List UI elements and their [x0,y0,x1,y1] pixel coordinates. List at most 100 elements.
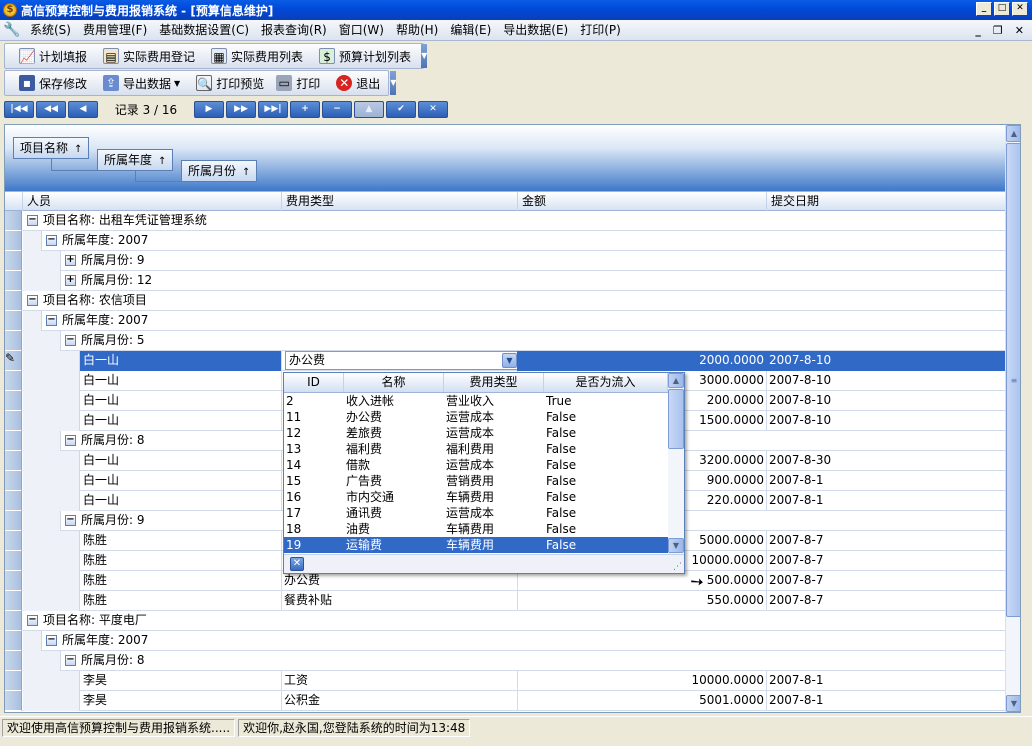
mdi-minimize-button[interactable]: _ [975,24,981,37]
nav-edit-button[interactable]: ▲ [354,100,384,118]
cell-person[interactable]: 白一山 [80,411,281,431]
collapse-icon[interactable]: − [27,615,38,626]
resize-grip-icon[interactable]: ⋰ [673,562,682,572]
lookup-column-header[interactable]: ID [284,373,344,392]
expense-type-editor[interactable]: 办公费 ▼ [285,351,519,370]
column-header[interactable]: 提交日期 [766,192,1005,211]
lookup-column-header[interactable]: 名称 [344,373,444,392]
row-indicator[interactable] [5,551,22,571]
row-indicator[interactable] [5,691,22,711]
lookup-close-button[interactable]: ✕ [290,557,304,571]
group-row[interactable]: − 所属月份: 8 [5,651,1005,671]
cell-type[interactable]: 公积金 [281,691,517,711]
cell-person[interactable]: 陈胜 [80,571,281,591]
row-indicator[interactable] [5,271,22,291]
group-row[interactable]: − 所属年度: 2007 [5,231,1005,251]
group-row[interactable]: − 所属月份: 5 [5,331,1005,351]
row-indicator[interactable] [5,371,22,391]
nav-prev-page-button[interactable]: ◀◀ [36,100,66,118]
lookup-column-header[interactable]: 是否为流入 [544,373,668,392]
table-row[interactable]: ✎ 白一山 办公费 ▼ 2000.0000 2007-8-10 [5,351,1005,371]
nav-post-button[interactable]: ✔ [386,100,416,118]
toolbar-dollar-button[interactable]: $ 预算计划列表 [313,45,417,67]
collapse-icon[interactable]: − [46,235,57,246]
nav-last-button[interactable]: ▶▶| [258,100,288,118]
restore-button[interactable]: □ [994,2,1010,16]
row-indicator[interactable] [5,231,22,251]
cell-date[interactable]: 2007-8-1 [766,471,1005,491]
cell-amount[interactable]: 550.0000 [517,591,766,611]
row-indicator[interactable] [5,611,22,631]
mdi-restore-button[interactable]: ❐ [993,24,1003,37]
lookup-item[interactable]: 17 通讯费 运营成本 False [284,505,668,521]
table-row[interactable]: 李昊 工资 10000.0000 2007-8-1 [5,671,1005,691]
cell-amount[interactable]: 5001.0000 [517,691,766,711]
row-indicator[interactable] [5,211,22,231]
table-row[interactable]: 陈胜 餐费补贴 550.0000 2007-8-7 [5,591,1005,611]
cell-person[interactable]: 白一山 [80,351,281,371]
group-row[interactable]: + 所属月份: 12 [5,271,1005,291]
nav-prev-button[interactable]: ◀ [68,100,98,118]
cell-amount[interactable]: 2000.0000 [517,351,766,371]
nav-next-page-button[interactable]: ▶▶ [226,100,256,118]
group-row[interactable]: − 所属年度: 2007 [5,311,1005,331]
grid-vertical-scrollbar[interactable]: ▲ ≡ ▼ [1005,125,1020,712]
exit-button[interactable]: ✕ 退出 [330,72,386,94]
minimize-button[interactable]: _ [976,2,992,16]
table-row[interactable]: 陈胜 办公费 500.0000 2007-8-7 [5,571,1005,591]
menu-item[interactable]: 系统(S) [24,20,77,41]
lookup-item[interactable]: 18 油费 车辆费用 False [284,521,668,537]
row-indicator[interactable] [5,331,22,351]
nav-insert-button[interactable]: + [290,100,320,118]
cell-person[interactable]: 李昊 [80,691,281,711]
column-header[interactable]: 金额 [517,192,766,211]
scroll-up-button[interactable]: ▲ [1006,125,1020,142]
group-chip-1[interactable]: 所属年度 ↑ [97,149,174,171]
row-indicator[interactable] [5,451,22,471]
row-indicator[interactable] [5,251,22,271]
lookup-item[interactable]: 13 福利费 福利费用 False [284,441,668,457]
nav-next-button[interactable]: ▶ [194,100,224,118]
cell-date[interactable]: 2007-8-10 [766,371,1005,391]
cell-date[interactable]: 2007-8-10 [766,391,1005,411]
menu-item[interactable]: 导出数据(E) [497,20,574,41]
group-row[interactable]: − 项目名称: 农信项目 [5,291,1005,311]
toolbar-list-button[interactable]: ▦ 实际费用列表 [205,45,309,67]
cell-date[interactable]: 2007-8-7 [766,531,1005,551]
collapse-icon[interactable]: − [65,335,76,346]
menu-item[interactable]: 帮助(H) [390,20,444,41]
table-row[interactable]: 李昊 公积金 5001.0000 2007-8-1 [5,691,1005,711]
nav-delete-button[interactable]: − [322,100,352,118]
lookup-column-header[interactable]: 费用类型 [444,373,544,392]
row-indicator[interactable] [5,471,22,491]
row-indicator[interactable] [5,511,22,531]
collapse-icon[interactable]: − [65,515,76,526]
cell-date[interactable]: 2007-8-1 [766,671,1005,691]
cell-person[interactable]: 白一山 [80,471,281,491]
cell-date[interactable]: 2007-8-7 [766,591,1005,611]
cell-date[interactable]: 2007-8-7 [766,551,1005,571]
cell-type[interactable]: 工资 [281,671,517,691]
row-indicator[interactable] [5,651,22,671]
group-row[interactable]: − 所属年度: 2007 [5,631,1005,651]
expand-icon[interactable]: + [65,255,76,266]
save-button[interactable]: ▪ 保存修改 [13,72,93,94]
row-indicator[interactable] [5,311,22,331]
lookup-item[interactable]: 12 差旅费 运营成本 False [284,425,668,441]
toolbar-overflow-button[interactable]: ▼ [421,44,428,68]
collapse-icon[interactable]: − [46,635,57,646]
lookup-item[interactable]: 16 市内交通 车辆费用 False [284,489,668,505]
lookup-scroll-down-button[interactable]: ▼ [668,538,684,553]
lookup-item[interactable]: 2 收入进帐 营业收入 True [284,393,668,409]
cell-type[interactable]: 办公费 [281,571,517,591]
dropdown-arrow-icon[interactable]: ▼ [502,353,517,368]
collapse-icon[interactable]: − [27,215,38,226]
column-header[interactable]: 人员 [22,192,281,211]
group-row[interactable]: − 项目名称: 平度电厂 [5,611,1005,631]
cell-person[interactable]: 白一山 [80,451,281,471]
cell-date[interactable]: 2007-8-1 [766,491,1005,511]
menu-item[interactable]: 打印(P) [574,20,627,41]
mdi-close-button[interactable]: ✕ [1015,24,1024,37]
toolbar-overflow-button[interactable]: ▼ [390,71,397,95]
nav-cancel-button[interactable]: ✕ [418,100,448,118]
